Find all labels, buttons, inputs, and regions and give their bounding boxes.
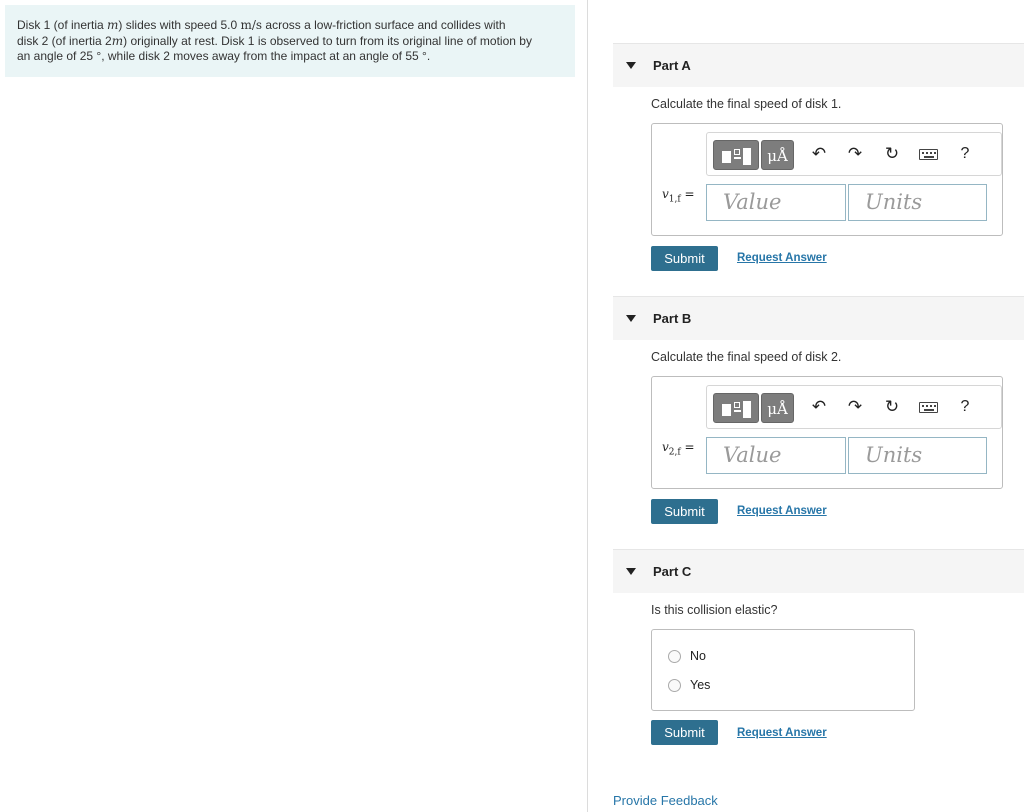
keyboard-icon[interactable] (917, 396, 939, 418)
value-input[interactable]: Value (706, 184, 846, 221)
part-c-options-box: No Yes (651, 629, 915, 711)
part-c-header[interactable]: Part C (613, 549, 1024, 593)
reset-icon[interactable]: ↻ (881, 396, 903, 418)
variable-label: v2,f = (662, 440, 695, 458)
part-c-submit-button[interactable]: Submit (651, 720, 718, 745)
part-c-title: Part C (653, 564, 692, 579)
part-a-request-answer-link[interactable]: Request Answer (737, 252, 827, 264)
provide-feedback-link[interactable]: Provide Feedback (613, 793, 718, 808)
reset-icon[interactable]: ↻ (881, 143, 903, 165)
radio-yes-label[interactable]: Yes (690, 678, 710, 692)
collapse-triangle-icon[interactable] (626, 315, 636, 322)
part-b-submit-button[interactable]: Submit (651, 499, 718, 524)
part-b-title: Part B (653, 311, 692, 326)
radio-no[interactable] (668, 650, 681, 663)
part-a-answer-box: μÅ ↶ ↷ ↻ ? v1,f = Value Units (651, 123, 1003, 236)
part-b-request-answer-link[interactable]: Request Answer (737, 505, 827, 517)
collapse-triangle-icon[interactable] (626, 568, 636, 575)
part-b-answer-box: μÅ ↶ ↷ ↻ ? v2,f = Value Units (651, 376, 1003, 489)
part-a-header[interactable]: Part A (613, 43, 1024, 87)
part-a-submit-button[interactable]: Submit (651, 246, 718, 271)
problem-line-1: Disk 1 (of inertia m) slides with speed … (17, 18, 506, 32)
part-a-question: Calculate the final speed of disk 1. (651, 97, 842, 111)
problem-line-2: disk 2 (of inertia 2m) originally at res… (17, 33, 532, 48)
problem-line-3: an angle of 25 °, while disk 2 moves awa… (17, 49, 431, 63)
help-button[interactable]: ? (954, 396, 976, 418)
units-input[interactable]: Units (848, 437, 987, 474)
variable-label: v1,f = (662, 187, 695, 205)
column-divider (587, 0, 588, 812)
part-b-question: Calculate the final speed of disk 2. (651, 350, 842, 364)
math-toolbar: μÅ ↶ ↷ ↻ ? (706, 385, 1002, 429)
units-button[interactable]: μÅ (761, 393, 794, 423)
radio-yes[interactable] (668, 679, 681, 692)
part-b-header[interactable]: Part B (613, 296, 1024, 340)
problem-statement: Disk 1 (of inertia m) slides with speed … (5, 5, 575, 77)
collapse-triangle-icon[interactable] (626, 62, 636, 69)
radio-no-label[interactable]: No (690, 649, 706, 663)
part-c-question: Is this collision elastic? (651, 603, 778, 617)
undo-icon[interactable]: ↶ (808, 396, 830, 418)
redo-icon[interactable]: ↷ (844, 396, 866, 418)
help-button[interactable]: ? (954, 143, 976, 165)
redo-icon[interactable]: ↷ (844, 143, 866, 165)
templates-button[interactable] (713, 393, 759, 423)
units-button[interactable]: μÅ (761, 140, 794, 170)
units-input[interactable]: Units (848, 184, 987, 221)
part-c-request-answer-link[interactable]: Request Answer (737, 727, 827, 739)
math-toolbar: μÅ ↶ ↷ ↻ ? (706, 132, 1002, 176)
keyboard-icon[interactable] (917, 143, 939, 165)
undo-icon[interactable]: ↶ (808, 143, 830, 165)
value-input[interactable]: Value (706, 437, 846, 474)
templates-button[interactable] (713, 140, 759, 170)
part-a-title: Part A (653, 58, 691, 73)
